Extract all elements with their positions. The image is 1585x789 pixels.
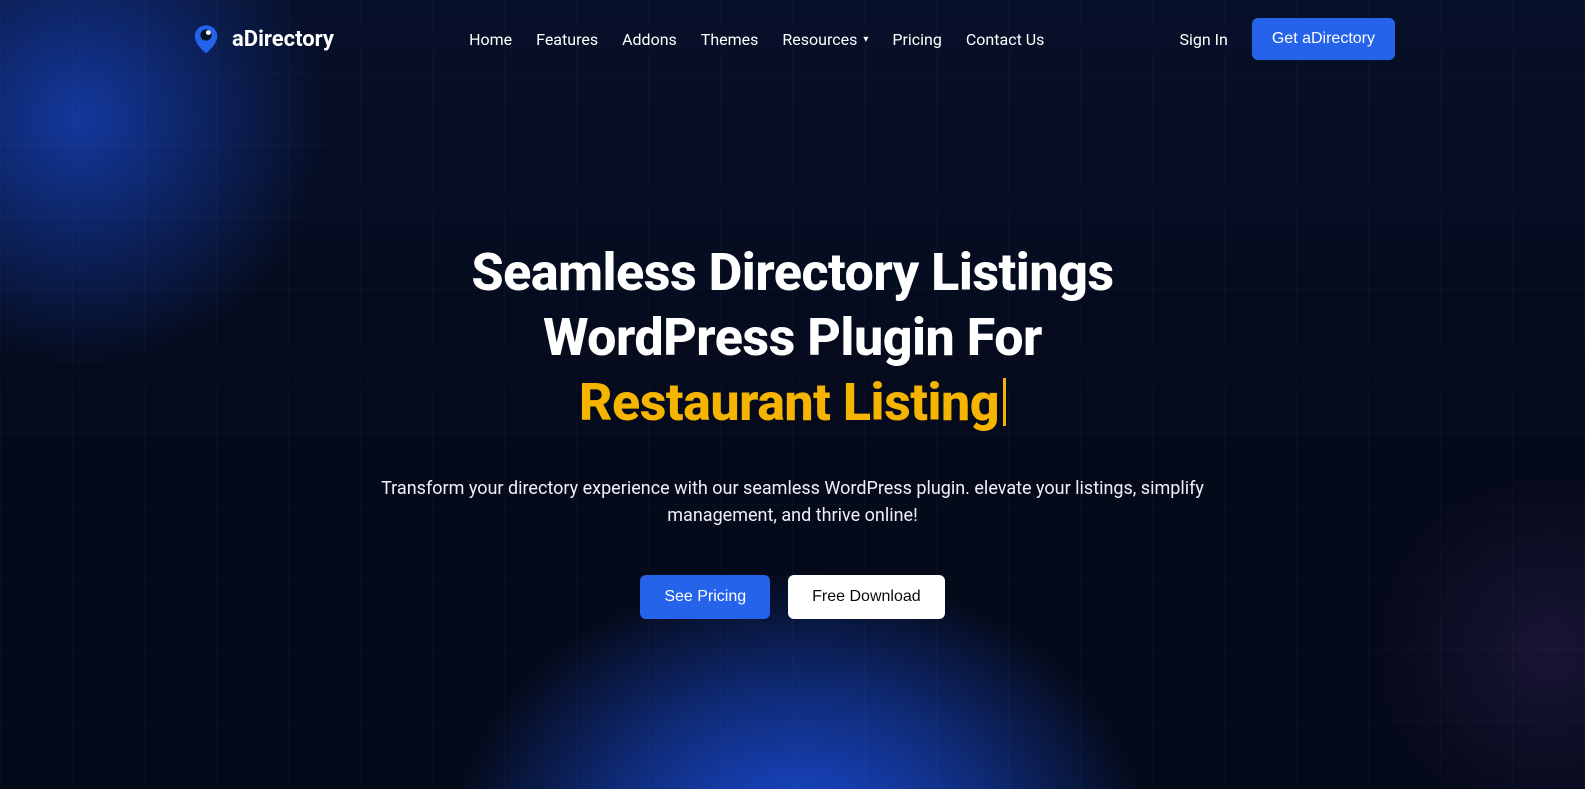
hero-title-line1: Seamless Directory Listings — [471, 242, 1113, 303]
hero-section: Seamless Directory Listings WordPress Pl… — [333, 60, 1253, 619]
nav-label: Themes — [701, 30, 759, 49]
nav-resources[interactable]: Resources ▾ — [782, 30, 868, 49]
nav-label: Home — [469, 30, 512, 49]
logo-text: aDirectory — [232, 27, 334, 52]
nav-label: Resources — [782, 30, 857, 49]
sign-in-link[interactable]: Sign In — [1179, 30, 1227, 49]
chevron-down-icon: ▾ — [863, 34, 868, 45]
hero-title-line2: WordPress Plugin For — [543, 307, 1042, 368]
top-nav: aDirectory Home Features Addons Themes R… — [0, 0, 1585, 60]
nav-label: Features — [536, 30, 598, 49]
cursor-icon — [1003, 378, 1006, 426]
nav-label: Addons — [622, 30, 677, 49]
logo-pin-icon — [190, 23, 222, 55]
nav-label: Contact Us — [966, 30, 1045, 49]
hero-subtitle: Transform your directory experience with… — [333, 475, 1253, 529]
nav-features[interactable]: Features — [536, 30, 598, 49]
nav-contact[interactable]: Contact Us — [966, 30, 1045, 49]
hero-title: Seamless Directory Listings WordPress Pl… — [333, 240, 1253, 435]
free-download-button[interactable]: Free Download — [788, 575, 945, 619]
logo[interactable]: aDirectory — [190, 23, 334, 55]
hero-actions: See Pricing Free Download — [333, 575, 1253, 619]
nav-links: Home Features Addons Themes Resources ▾ … — [469, 30, 1044, 49]
page-container: aDirectory Home Features Addons Themes R… — [0, 0, 1585, 789]
nav-home[interactable]: Home — [469, 30, 512, 49]
get-adirectory-button[interactable]: Get aDirectory — [1252, 18, 1395, 60]
nav-right: Sign In Get aDirectory — [1179, 18, 1395, 60]
nav-addons[interactable]: Addons — [622, 30, 677, 49]
hero-title-accent: Restaurant Listing — [579, 372, 999, 433]
nav-themes[interactable]: Themes — [701, 30, 759, 49]
nav-pricing[interactable]: Pricing — [892, 30, 942, 49]
nav-label: Pricing — [892, 30, 942, 49]
see-pricing-button[interactable]: See Pricing — [640, 575, 770, 619]
